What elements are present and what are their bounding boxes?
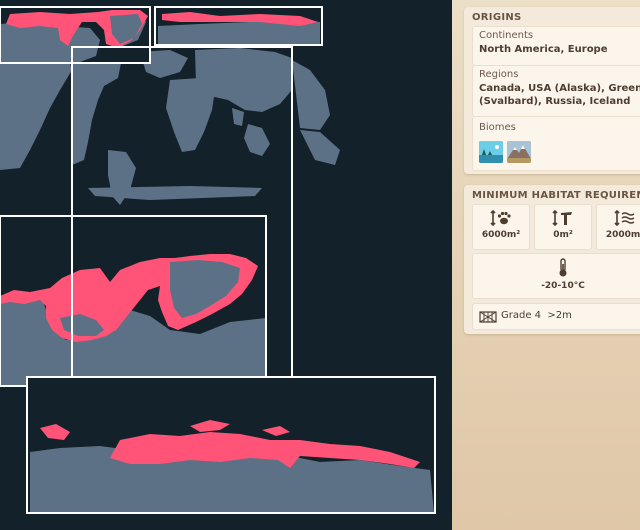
habitat-title: MINIMUM HABITAT REQUIREMENTS bbox=[472, 190, 640, 201]
climbing-area-requirement: 0m² bbox=[534, 204, 592, 250]
climbing-area-value: 0m² bbox=[553, 230, 573, 240]
thermometer-icon bbox=[559, 258, 567, 277]
taiga-mountain-biome-icon[interactable] bbox=[507, 141, 531, 163]
regions-value-line1: Canada, USA (Alaska), Greenland, bbox=[479, 83, 640, 94]
biomes-box: Biomes bbox=[472, 116, 640, 171]
fence-icon bbox=[479, 311, 497, 323]
fence-value: Grade 4 >2m bbox=[501, 310, 572, 321]
origins-card: ORIGINS Continents North America, Europe… bbox=[464, 7, 640, 174]
biomes-label: Biomes bbox=[479, 122, 516, 133]
continents-value: North America, Europe bbox=[479, 44, 608, 55]
origins-title: ORIGINS bbox=[472, 12, 522, 23]
land-paw-icon bbox=[490, 209, 511, 227]
regions-value-line2: (Svalbard), Russia, Iceland bbox=[479, 96, 631, 107]
regions-label: Regions bbox=[479, 69, 519, 80]
temperature-requirement: -20-10°C bbox=[472, 253, 640, 299]
land-area-value: 6000m² bbox=[481, 230, 521, 240]
fence-requirement: Grade 4 >2m bbox=[472, 303, 640, 330]
land-area-requirement: 6000m² bbox=[472, 204, 530, 250]
temperature-value: -20-10°C bbox=[541, 281, 585, 291]
water-area-value: 2000m² bbox=[605, 230, 640, 240]
eurasia-inset bbox=[154, 6, 323, 46]
russia-inset bbox=[26, 376, 436, 514]
north-america-inset bbox=[0, 6, 151, 64]
species-info-panel: ORIGINS Continents North America, Europe… bbox=[452, 0, 640, 530]
canada-greenland-inset bbox=[0, 215, 267, 387]
tundra-biome-icon[interactable] bbox=[479, 141, 503, 163]
habitat-requirements-card: MINIMUM HABITAT REQUIREMENTS 6000m² 0m² bbox=[464, 185, 640, 334]
species-range-map bbox=[0, 0, 452, 530]
map-svg bbox=[0, 6, 436, 514]
continents-box: Continents North America, Europe bbox=[472, 26, 640, 66]
water-area-requirement: 2000m² bbox=[596, 204, 640, 250]
regions-box: Regions Canada, USA (Alaska), Greenland,… bbox=[472, 65, 640, 117]
world-map-inset bbox=[72, 47, 292, 217]
climbing-tree-icon bbox=[552, 209, 572, 227]
water-waves-icon bbox=[614, 209, 635, 227]
continents-label: Continents bbox=[479, 30, 534, 41]
